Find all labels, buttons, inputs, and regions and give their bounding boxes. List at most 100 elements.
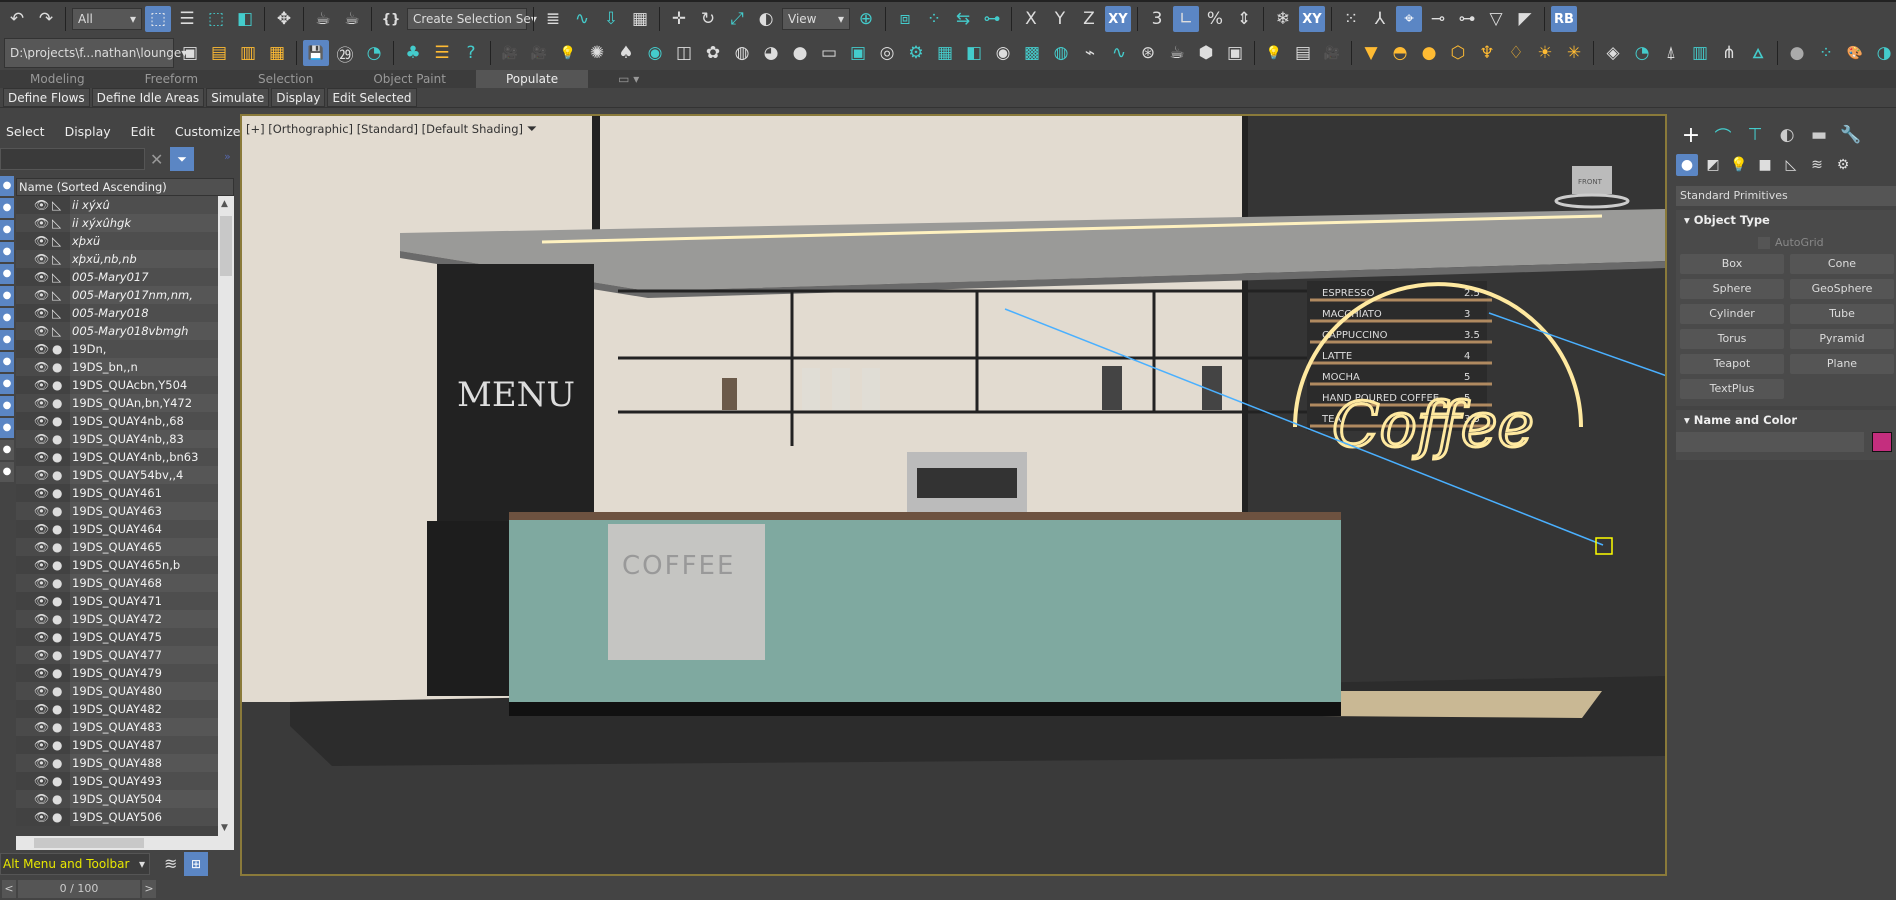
spinner-snap-icon[interactable]: ⇕ [1231,6,1257,32]
compare-icon[interactable]: ◧ [961,40,987,66]
cylinder-button[interactable]: Cylinder [1680,304,1784,324]
vertical-scrollbar[interactable]: ▲ ▼ [218,196,234,836]
list-item[interactable]: 👁 ● 19DS_QUAY487 [16,736,218,754]
ribbon-button-define-idle-areas[interactable]: Define Idle Areas [91,88,205,107]
object-name[interactable]: 19DS_QUAY487 [70,736,218,754]
snap-midpoint-icon[interactable]: ⊶ [1454,6,1480,32]
object-name[interactable]: 19DS_QUAY479 [70,664,218,682]
column-header-name[interactable]: Name (Sorted Ascending) [16,178,234,196]
list-item[interactable]: 👁 ◺ ii xýxûhgk [16,214,218,232]
list-item[interactable]: 👁 ● 19DS_QUAY4nb,,83 [16,430,218,448]
rotate-icon[interactable]: ↻ [695,6,721,32]
geometry-icon[interactable]: ● [52,666,62,680]
visibility-eye-icon[interactable]: 👁 [34,540,49,554]
geometry-icon[interactable]: ● [52,396,62,410]
clear-search-icon[interactable]: ✕ [150,150,163,169]
visibility-eye-icon[interactable]: 👁 [34,630,49,644]
visibility-eye-icon[interactable]: 👁 [34,234,49,248]
cone-button[interactable]: Cone [1790,254,1894,274]
object-name[interactable]: xþxü,nb,nb [70,250,218,268]
workspace-dropdown[interactable]: Alt Menu and Toolbar ▾ [0,853,150,875]
mirror-icon[interactable]: ⧈ [892,6,918,32]
list-item[interactable]: 👁 ● 19DS_QUAY483 [16,718,218,736]
list-item[interactable]: 👁 ● 19DS_QUAn,bn,Y472 [16,394,218,412]
list-item[interactable]: 👁 ● 19DS_QUAY472 [16,610,218,628]
axis-x-icon[interactable]: X [1018,6,1044,32]
bulb-light-icon[interactable]: ♢ [1503,40,1529,66]
geometry-icon[interactable]: ● [52,414,62,428]
helper-icon[interactable]: ◺ [52,306,61,320]
filter-container-icon[interactable]: ● [0,374,14,394]
list-item[interactable]: 👁 ● 19DS_QUAY464 [16,520,218,538]
visibility-eye-icon[interactable]: 👁 [34,288,49,302]
geometry-icon[interactable]: ● [52,576,62,590]
tab-motion-icon[interactable]: ◐ [1774,122,1800,148]
material-icon[interactable]: ◉ [642,40,668,66]
visibility-eye-icon[interactable]: 👁 [34,252,49,266]
forest-icon[interactable]: ♣ [400,40,426,66]
menu-display[interactable]: Display [65,124,111,139]
ribbon-button-display[interactable]: Display [271,88,326,107]
object-name[interactable]: 19DS_QUAY493 [70,772,218,790]
geometry-icon[interactable]: ● [52,504,62,518]
list-item[interactable]: 👁 ● 19DS_QUAY471 [16,592,218,610]
object-name[interactable]: 19DS_QUAY4nb,,68 [70,412,218,430]
sphere-button[interactable]: Sphere [1680,279,1784,299]
scroll-up-icon[interactable]: ▲ [221,199,228,209]
visibility-eye-icon[interactable]: 👁 [34,306,49,320]
viewport-filter-icon[interactable]: ⏷ [527,122,537,137]
filter-layers-icon[interactable]: ● [0,440,14,460]
plane-icon[interactable]: ▭ [816,40,842,66]
ribbon-options-icon[interactable]: ▭ ▾ [588,70,669,88]
project-structure-icon[interactable]: ▦ [264,40,290,66]
snap-axis-constraint-icon[interactable]: XY [1299,6,1325,32]
list-item[interactable]: 👁 ◺ 005-Mary017nm,nm, [16,286,218,304]
filter-helper-icon[interactable]: ● [0,264,14,284]
visibility-eye-icon[interactable]: 👁 [34,270,49,284]
visibility-eye-icon[interactable]: 👁 [34,414,49,428]
visibility-eye-icon[interactable]: 👁 [34,810,49,824]
list-item[interactable]: 👁 ● 19DS_QUAY480 [16,682,218,700]
ies-light-icon[interactable]: 💡 [1261,40,1287,66]
move-icon[interactable]: ✛ [666,6,692,32]
target-light-icon[interactable]: ♆ [1474,40,1500,66]
filter-group-icon[interactable]: ● [0,308,14,328]
visibility-eye-icon[interactable]: 👁 [34,450,49,464]
object-color-swatch[interactable] [1872,432,1892,452]
list-item[interactable]: 👁 ◺ 005-Mary017 [16,268,218,286]
window-crossing-icon[interactable]: ◧ [232,6,258,32]
movie-camera-icon[interactable]: 🎥 [1319,40,1345,66]
geometry-icon[interactable]: ● [52,594,62,608]
ribbon-button-simulate[interactable]: Simulate [206,88,270,107]
angle-snap-icon[interactable]: ∟ [1173,6,1199,32]
list-item[interactable]: 👁 ● 19Dn, [16,340,218,358]
sun-icon[interactable]: ✺ [584,40,610,66]
toggle-ribbon-icon[interactable]: ⇩ [598,6,624,32]
geometry-icon[interactable]: ● [52,558,62,572]
sphere-icon[interactable]: ● [787,40,813,66]
snap-grid-points-icon[interactable]: ⁙ [1338,6,1364,32]
list-item[interactable]: 👁 ● 19DS_QUAY482 [16,700,218,718]
geometry-icon[interactable]: ● [52,648,62,662]
list-item[interactable]: 👁 ● 19DS_QUAY4nb,,bn63 [16,448,218,466]
snap-face-icon[interactable]: ◤ [1512,6,1538,32]
scrollbar-thumb[interactable] [34,838,144,848]
box-button[interactable]: Box [1680,254,1784,274]
redo-icon[interactable]: ↷ [33,6,59,32]
geometry-icon[interactable]: ● [52,702,62,716]
list-item[interactable]: 👁 ◺ xþxü [16,232,218,250]
helper-icon[interactable]: ◺ [52,270,61,284]
visibility-eye-icon[interactable]: 👁 [34,378,49,392]
visibility-eye-icon[interactable]: 👁 [34,792,49,806]
multi-material-icon[interactable]: ⁘ [1813,40,1839,66]
category-dropdown[interactable]: Standard Primitives [1676,186,1896,206]
reference-coordinate-dropdown[interactable]: View ▾ [782,8,850,30]
hierarchy-icon[interactable]: ⊞ [184,852,208,876]
flow-icon[interactable]: ∿ [1106,40,1132,66]
project-settings-icon[interactable]: ▣ [177,40,203,66]
render-icon[interactable]: ☕ [339,6,365,32]
palette-icon[interactable]: 🎨 [1842,40,1868,66]
geometry-icon[interactable]: ● [52,720,62,734]
object-name[interactable]: 005-Mary018vbmgh [70,322,218,340]
systems-icon[interactable]: ⚙ [1832,154,1854,176]
